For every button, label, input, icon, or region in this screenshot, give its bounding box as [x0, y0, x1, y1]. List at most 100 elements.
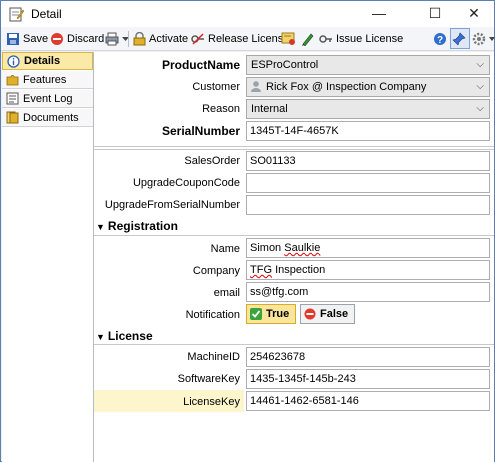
activate-label: Activate: [149, 33, 189, 45]
close-button[interactable]: ✕: [451, 1, 495, 27]
sidebar-item-label: Details: [24, 55, 61, 67]
upgrade-coupon-field[interactable]: [246, 173, 490, 193]
save-label: Save: [23, 33, 49, 45]
email-label: email: [213, 287, 240, 299]
lock-icon: [133, 32, 146, 46]
license-section-title: License: [107, 329, 153, 343]
no-entry-icon: [304, 308, 316, 320]
sales-order-field[interactable]: SO01133: [246, 151, 490, 171]
notification-true-button[interactable]: True: [246, 304, 297, 324]
machine-id-field[interactable]: 254623678: [246, 347, 490, 367]
chevron-down-icon: ⌵: [476, 59, 484, 70]
release-license-label: Release License: [208, 33, 290, 45]
sales-order-label: SalesOrder: [184, 155, 240, 167]
product-name-label: ProductName: [161, 58, 240, 72]
true-label: True: [266, 308, 290, 320]
license-key-field[interactable]: 14461-1462-6581-146: [246, 391, 490, 411]
sidebar-item-label: Features: [23, 73, 67, 86]
registration-section-header[interactable]: ▼ Registration: [94, 218, 494, 234]
certificate-button[interactable]: [281, 30, 300, 48]
sidebar: Details Features Event Log Documents: [2, 52, 94, 462]
discard-button[interactable]: Discard: [50, 30, 104, 48]
serial-number-label: SerialNumber: [161, 124, 240, 138]
window-title: Detail: [31, 7, 62, 21]
sidebar-item-details[interactable]: Details: [2, 52, 93, 70]
company-label: Company: [192, 265, 240, 277]
settings-dropdown-button[interactable]: [472, 30, 495, 48]
activate-button[interactable]: Activate: [133, 30, 188, 48]
help-button[interactable]: ?: [433, 30, 450, 48]
save-button[interactable]: Save: [6, 30, 48, 48]
upgrade-coupon-label: UpgradeCouponCode: [132, 177, 240, 189]
checkmark-icon: [250, 308, 262, 320]
details-panel: ProductName ESProControl ⌵ Customer Rick…: [94, 52, 494, 462]
svg-text:?: ?: [437, 35, 443, 46]
pin-icon: [451, 31, 466, 46]
software-key-field[interactable]: 1435-1345f-145b-243: [246, 369, 490, 389]
sidebar-item-label: Event Log: [23, 92, 73, 105]
company-field[interactable]: TFG Inspection: [246, 260, 490, 280]
sidebar-item-label: Documents: [23, 111, 79, 124]
reason-label: Reason: [202, 103, 240, 115]
license-section-header[interactable]: ▼ License: [94, 328, 494, 344]
false-label: False: [320, 308, 349, 320]
toolbar: Save Discard Activate Release License Is…: [1, 27, 495, 51]
person-icon: [251, 81, 261, 92]
divider: [94, 235, 494, 236]
log-icon: [6, 92, 19, 105]
minimize-button[interactable]: —: [356, 1, 402, 27]
title-bar[interactable]: Detail — ☐ ✕: [1, 1, 494, 27]
help-icon: ?: [434, 33, 446, 46]
collapse-triangle-icon: ▼: [96, 332, 105, 342]
upgrade-serial-label: UpgradeFromSerialNumber: [104, 199, 240, 211]
chevron-down-icon: ⌵: [476, 103, 484, 114]
customer-select[interactable]: Rick Fox @ Inspection Company ⌵: [246, 77, 490, 97]
release-license-button[interactable]: Release License: [191, 30, 289, 48]
certificate-icon: [281, 32, 295, 45]
sidebar-item-documents[interactable]: Documents: [2, 109, 93, 127]
registration-section-title: Registration: [107, 219, 178, 233]
software-key-label: SoftwareKey: [177, 373, 240, 385]
divider: [94, 344, 494, 345]
reason-value: Internal: [251, 103, 288, 115]
key-release-icon: [191, 33, 204, 45]
puzzle-icon: [6, 75, 19, 86]
discard-label: Discard: [67, 33, 105, 45]
name-label: Name: [210, 243, 240, 255]
pen-button[interactable]: [301, 30, 318, 48]
sidebar-item-features[interactable]: Features: [2, 71, 93, 89]
email-field[interactable]: ss@tfg.com: [246, 282, 490, 302]
machine-id-label: MachineID: [187, 351, 240, 363]
edit-document-icon: [9, 7, 24, 22]
divider: [94, 149, 494, 150]
detail-window: Detail — ☐ ✕ Save Discard Activate Relea…: [0, 0, 495, 462]
chevron-down-icon: [489, 37, 495, 41]
upgrade-serial-field[interactable]: [246, 195, 490, 215]
company-rest: Inspection: [275, 264, 326, 276]
serial-number-field[interactable]: 1345T-14F-4657K: [246, 121, 490, 141]
customer-value: Rick Fox @ Inspection Company: [266, 81, 427, 93]
printer-icon: [105, 32, 119, 46]
pen-icon: [302, 33, 314, 46]
name-field[interactable]: Simon Saulkie: [246, 238, 490, 258]
toolbar-separator: [128, 31, 129, 47]
documents-icon: [6, 111, 19, 124]
name-first: Simon: [250, 242, 282, 254]
issue-license-label: Issue License: [336, 33, 404, 45]
key-icon: [319, 35, 332, 43]
company-first: TFG: [250, 264, 272, 276]
divider: [94, 146, 494, 147]
reason-select[interactable]: Internal ⌵: [246, 99, 490, 119]
notification-false-button[interactable]: False: [300, 304, 356, 324]
discard-icon: [51, 33, 63, 45]
issue-license-button[interactable]: Issue License: [319, 30, 403, 48]
license-key-label: LicenseKey: [183, 396, 240, 408]
name-last: Saulkie: [284, 242, 321, 254]
customer-label: Customer: [192, 81, 240, 93]
sidebar-item-event-log[interactable]: Event Log: [2, 90, 93, 108]
info-icon: [7, 54, 20, 68]
pin-toggle-button[interactable]: [450, 28, 470, 49]
product-name-select[interactable]: ESProControl ⌵: [246, 55, 490, 75]
save-icon: [7, 33, 19, 45]
gear-icon: [472, 32, 486, 46]
